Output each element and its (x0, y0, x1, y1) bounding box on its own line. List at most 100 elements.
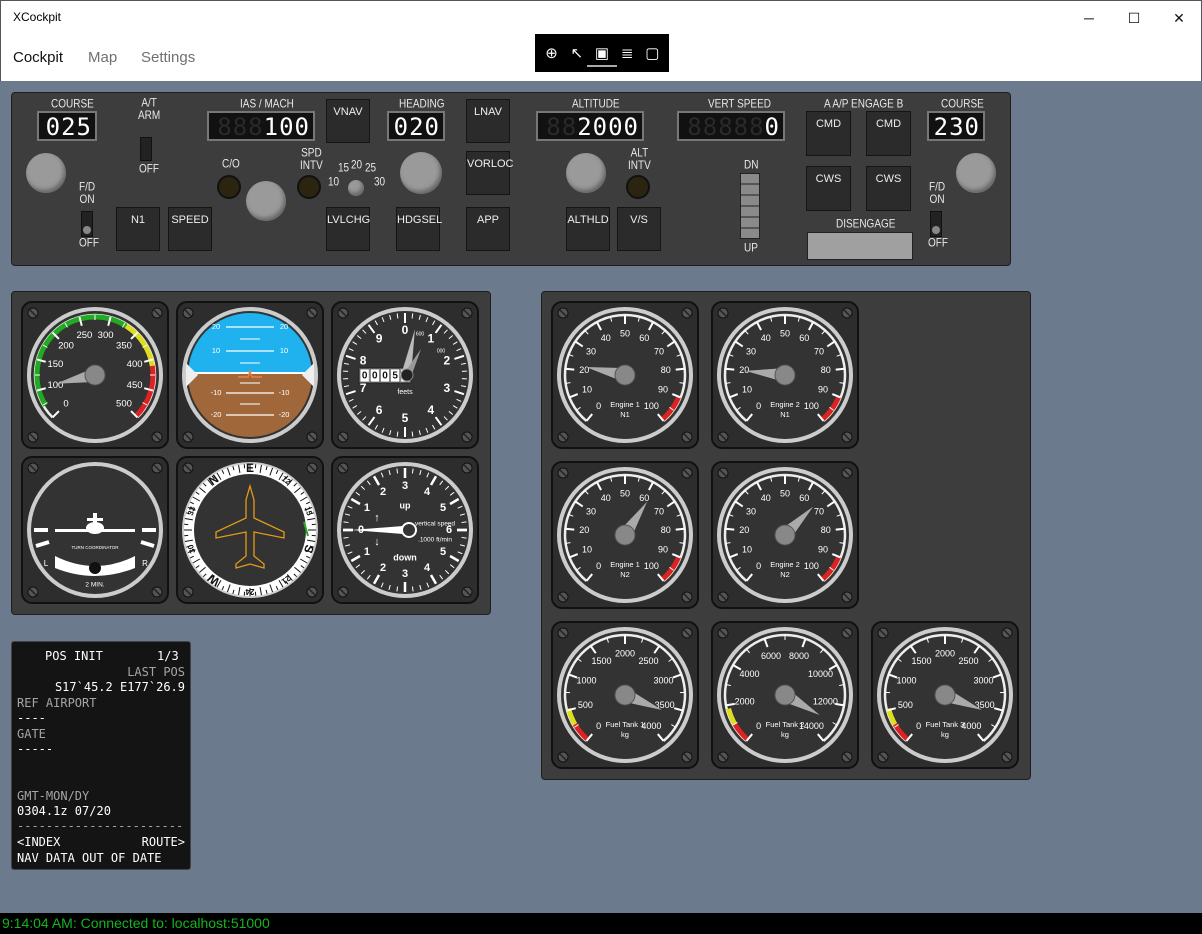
engine-2-n1-gauge-name: Engine 2 (770, 400, 800, 409)
vertical-speed-indicator-unit: .1000 ft/min (418, 537, 452, 544)
engine-1-n1-gauge-tick-label: 90 (658, 385, 668, 395)
cws-b-button[interactable]: CWS (866, 166, 911, 211)
airspeed-indicator-tick-label: 350 (116, 341, 132, 352)
fuel-tank-3-gauge-name: Fuel Tank 3 (926, 720, 965, 729)
engine-1-n1-gauge-name: Engine 1 (610, 400, 640, 409)
at-arm-toggle[interactable] (140, 137, 152, 161)
fd-left-toggle[interactable] (81, 211, 93, 237)
engine-1-n1-gauge-needle-hub (614, 364, 636, 386)
cdu-ref-airport[interactable]: ---- (17, 711, 185, 726)
cmd-a-button[interactable]: CMD (806, 111, 851, 156)
menu-cockpit[interactable]: Cockpit (13, 49, 63, 66)
engine-1-n1-gauge-tick (675, 367, 685, 371)
altimeter-tick-label: 3 (444, 381, 451, 395)
display-icon[interactable]: ▢ (641, 44, 663, 62)
altimeter-tick-label: 6 (376, 403, 383, 417)
vertical-speed-indicator-down-label: 5 (440, 546, 446, 558)
turn-coordinator-note: 2 MIN. (85, 582, 104, 589)
vs-button[interactable]: V/S (617, 207, 661, 251)
inspect-icon[interactable]: ≣ (616, 44, 638, 62)
cdu-gmt[interactable]: 0304.1z 07/20 (17, 804, 185, 819)
menu-settings[interactable]: Settings (141, 49, 195, 66)
engine-1-n2-gauge-sub: N2 (620, 570, 630, 579)
altimeter-tick-label: 1 (428, 332, 435, 346)
engine-1-n2-gauge-tick (565, 527, 575, 531)
menu-map[interactable]: Map (88, 49, 117, 66)
engine-2-n1-gauge: 0 10 20 30 40 50 60 70 80 90 100 Engine 2N1 (711, 301, 859, 449)
attitude-indicator-pitch-label-left: 10 (212, 346, 220, 355)
engine-1-n2-gauge-needle-hub (614, 524, 636, 546)
engine-2-n2-gauge-tick (725, 527, 735, 531)
vertical-speed-indicator-down-label: 2 (380, 562, 386, 574)
cdu-route[interactable]: ROUTE> (17, 835, 185, 850)
spd-intv-button[interactable] (297, 175, 321, 199)
course-right-label: COURSE (941, 98, 984, 111)
vs-dn-label: DN (744, 159, 759, 172)
fuel-tank-3-gauge-tick-label: 1500 (911, 656, 931, 666)
speed-knob[interactable] (246, 181, 286, 221)
vertical-speed-indicator-arrow-up-icon: ↑ (374, 512, 380, 524)
fuel-tank-2-gauge-name: Fuel Tank 2 (766, 720, 805, 729)
disengage-bar[interactable] (807, 232, 913, 260)
engine-2-n2-gauge-tick-label: 80 (821, 525, 831, 535)
altitude-knob[interactable] (566, 153, 606, 193)
engine-2-n1-gauge-needle-hub (774, 364, 796, 386)
altimeter-tick (411, 431, 414, 437)
minimize-icon[interactable]: ─ (1066, 1, 1112, 35)
fuel-tank-1-gauge-tick-label: 500 (578, 700, 593, 710)
engine-2-n1-gauge-sub: N1 (780, 410, 790, 419)
heading-knob[interactable] (400, 152, 442, 194)
turn-coordinator-right: R (142, 559, 148, 568)
co-button[interactable] (217, 175, 241, 199)
cws-a-button[interactable]: CWS (806, 166, 851, 211)
cmd-b-button[interactable]: CMD (866, 111, 911, 156)
app-button[interactable]: APP (466, 207, 510, 251)
speed-button[interactable]: SPEED (168, 207, 212, 251)
altimeter-counter-digit: 0 (382, 371, 388, 382)
cdu-ref-airport-label: REF AIRPORT (17, 696, 97, 710)
vorloc-button[interactable]: VORLOC (466, 151, 513, 195)
lvlchg-button[interactable]: LVLCHG (326, 207, 370, 251)
vs-thumbwheel[interactable] (740, 173, 760, 239)
fuel-tank-1-gauge-sub: kg (621, 730, 629, 739)
engine-2-n1-gauge-tick-label: 90 (818, 385, 828, 395)
frame-icon[interactable]: ▣ (591, 44, 613, 62)
cdu-gate[interactable]: ----- (17, 742, 185, 757)
select-element-icon[interactable]: ↖ (566, 44, 588, 62)
heading-indicator-inner (194, 474, 306, 586)
engine-1-n1-gauge-sub: N1 (620, 410, 630, 419)
vertical-speed-indicator-up: up (400, 500, 411, 510)
maximize-icon[interactable]: ☐ (1111, 1, 1157, 35)
turn-coordinator-ball (89, 562, 101, 574)
cdu-last-pos-label: LAST POS (127, 665, 185, 679)
add-element-icon[interactable]: ⊕ (541, 44, 563, 62)
course-left-knob[interactable] (26, 153, 66, 193)
vertical-speed-indicator-down-label: 3 (402, 568, 408, 580)
altimeter-tick-label: 5 (402, 411, 409, 425)
alt-intv-button[interactable] (626, 175, 650, 199)
vertical-speed-indicator-tick-up (396, 468, 399, 474)
fd-right-toggle[interactable] (930, 211, 942, 237)
toolbox: ⊕ ↖ ▣ ≣ ▢ (535, 34, 669, 72)
engine-2-n2-gauge-tick-label: 70 (814, 506, 824, 516)
vnav-button[interactable]: VNAV (326, 99, 370, 143)
bank-angle-knob[interactable] (348, 180, 364, 196)
engine-2-n2-gauge-tick (839, 542, 845, 544)
bank-20: 20 (351, 159, 363, 172)
altimeter-tick (411, 313, 414, 319)
engine-1-n2-gauge-tick-label: 80 (661, 525, 671, 535)
close-icon[interactable]: ✕ (1156, 1, 1202, 35)
n1-button[interactable]: N1 (116, 207, 160, 251)
course-right-knob[interactable] (956, 153, 996, 193)
toolbox-grip[interactable] (587, 65, 617, 67)
heading-display: 020 (387, 111, 445, 141)
vertical-speed-indicator-tick-down (343, 536, 349, 539)
window-title: XCockpit (13, 10, 62, 24)
fuel-tank-1-gauge-tick-label: 2500 (639, 656, 659, 666)
lnav-button[interactable]: LNAV (466, 99, 510, 143)
engine-1-n2-gauge-tick-label: 50 (620, 488, 630, 498)
althld-button[interactable]: ALTHLD (566, 207, 610, 251)
engine-2-n2-gauge-tick-label: 90 (818, 545, 828, 555)
hdgsel-button[interactable]: HDGSEL (396, 207, 442, 251)
cdu-last-pos[interactable]: S17`45.2 E177`26.9 (17, 680, 185, 695)
